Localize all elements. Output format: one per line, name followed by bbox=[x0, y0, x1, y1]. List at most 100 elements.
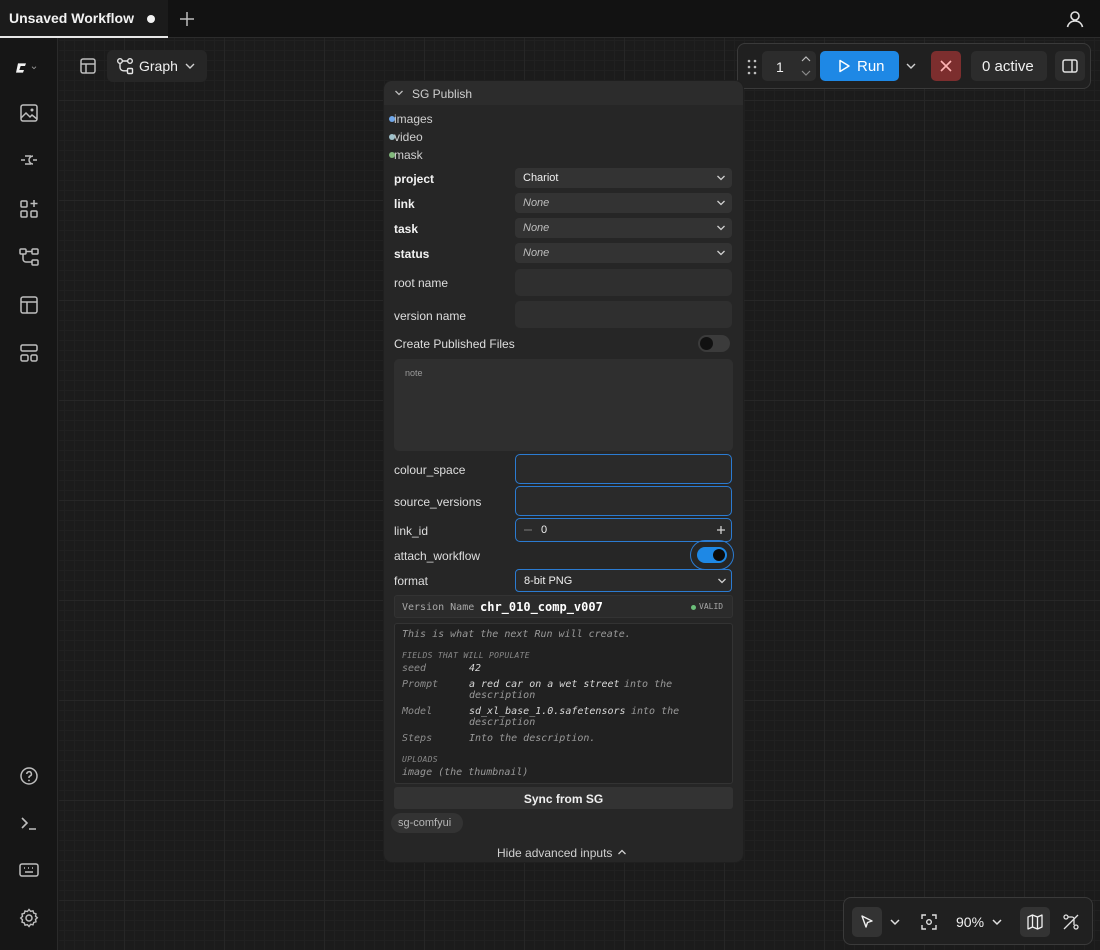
sg-publish-node[interactable]: SG Publish images video mask project Cha… bbox=[384, 81, 743, 862]
toggle-track bbox=[697, 547, 727, 563]
node-source-badge: sg-comfyui bbox=[391, 813, 463, 833]
slot-label: images bbox=[394, 112, 433, 126]
workflows-icon[interactable] bbox=[17, 245, 41, 269]
drag-handle-icon[interactable] bbox=[746, 58, 758, 76]
status-combo[interactable]: None bbox=[515, 243, 732, 263]
hide-advanced-label: Hide advanced inputs bbox=[497, 846, 613, 860]
slot-label: video bbox=[394, 130, 423, 144]
keyboard-icon[interactable] bbox=[17, 858, 41, 882]
run-button[interactable]: Run bbox=[820, 51, 899, 81]
zoom-level[interactable]: 90% bbox=[956, 914, 984, 930]
graph-mode-button[interactable]: Graph bbox=[107, 50, 207, 82]
run-options-chevron-icon[interactable] bbox=[901, 51, 921, 81]
run-toolbar: 1 Run 0 active bbox=[737, 43, 1091, 89]
help-icon[interactable] bbox=[17, 764, 41, 788]
plus-icon[interactable] bbox=[715, 524, 727, 536]
input-slot-video[interactable]: video bbox=[389, 130, 423, 144]
colour-space-label: colour_space bbox=[394, 463, 466, 477]
graph-icon bbox=[117, 58, 134, 75]
sync-from-sg-button[interactable]: Sync from SG bbox=[394, 787, 733, 809]
format-combo[interactable]: 8-bit PNG bbox=[515, 569, 732, 592]
hide-links-icon[interactable] bbox=[1062, 913, 1080, 931]
node-library-icon[interactable] bbox=[17, 197, 41, 221]
root-name-input[interactable] bbox=[515, 269, 732, 296]
minus-icon[interactable] bbox=[522, 524, 534, 536]
cursor-icon bbox=[861, 915, 873, 928]
model-icon[interactable] bbox=[17, 148, 41, 172]
task-value: None bbox=[523, 222, 550, 234]
status-value: None bbox=[523, 247, 550, 259]
user-icon[interactable] bbox=[1064, 8, 1086, 30]
chevron-down-icon[interactable] bbox=[394, 88, 404, 98]
uploads-heading: UPLOADS bbox=[402, 755, 438, 764]
note-placeholder: note bbox=[405, 368, 423, 378]
valid-status-dot-icon bbox=[691, 605, 696, 610]
minimap-button[interactable] bbox=[1020, 907, 1050, 937]
image-icon[interactable] bbox=[17, 101, 41, 125]
source-versions-input[interactable] bbox=[515, 486, 732, 516]
batch-count-input[interactable]: 1 bbox=[762, 51, 816, 81]
layout-icon[interactable] bbox=[17, 341, 41, 365]
chevron-up-icon[interactable] bbox=[800, 54, 812, 64]
chevron-down-icon[interactable] bbox=[888, 915, 902, 929]
active-count-label: 0 active bbox=[982, 58, 1034, 75]
run-label: Run bbox=[857, 58, 885, 75]
queue-active-button[interactable]: 0 active bbox=[971, 51, 1047, 81]
attach-workflow-label: attach_workflow bbox=[394, 549, 481, 563]
project-value: Chariot bbox=[523, 172, 559, 184]
attach-workflow-toggle[interactable] bbox=[690, 540, 734, 570]
right-panel-toggle-icon[interactable] bbox=[1055, 51, 1085, 81]
node-header[interactable]: SG Publish bbox=[384, 81, 743, 105]
toggle-knob bbox=[713, 549, 725, 561]
project-label: project bbox=[394, 172, 435, 186]
task-label: task bbox=[394, 222, 419, 236]
canvas-controls: 90% bbox=[843, 897, 1093, 945]
link-combo[interactable]: None bbox=[515, 193, 732, 213]
version-name-preview: Version Name chr_010_comp_v007 VALID bbox=[394, 595, 733, 618]
chevron-down-icon[interactable] bbox=[800, 68, 812, 78]
settings-gear-icon[interactable] bbox=[17, 906, 41, 930]
version-name-input[interactable] bbox=[515, 301, 732, 328]
batch-count-value: 1 bbox=[776, 59, 784, 75]
sync-label: Sync from SG bbox=[523, 792, 604, 806]
source-versions-label: source_versions bbox=[394, 495, 482, 509]
input-slot-images[interactable]: images bbox=[389, 112, 433, 126]
create-published-files-toggle[interactable] bbox=[698, 335, 730, 352]
link-value: None bbox=[523, 197, 550, 209]
uploads-value: image (the thumbnail) bbox=[402, 767, 529, 778]
workflow-tab[interactable]: Unsaved Workflow bbox=[0, 0, 168, 38]
slot-dot-icon bbox=[389, 134, 395, 140]
chevron-down-icon[interactable] bbox=[990, 915, 1004, 929]
field-key: seed bbox=[402, 663, 427, 674]
select-tool-button[interactable] bbox=[852, 907, 882, 937]
fit-view-icon[interactable] bbox=[920, 913, 938, 931]
toggle-panel-icon[interactable] bbox=[76, 54, 100, 78]
status-label: status bbox=[394, 247, 430, 261]
colour-space-input[interactable] bbox=[515, 454, 732, 484]
project-combo[interactable]: Chariot bbox=[515, 168, 732, 188]
play-icon bbox=[839, 59, 850, 73]
badge-label: sg-comfyui bbox=[398, 817, 452, 829]
field-value: a red car on a wet street bbox=[469, 679, 620, 690]
tab-title: Unsaved Workflow bbox=[9, 10, 134, 26]
terminal-icon[interactable] bbox=[17, 811, 41, 835]
slot-label: mask bbox=[394, 148, 423, 162]
stop-button[interactable] bbox=[931, 51, 961, 81]
unsaved-dot-icon bbox=[147, 15, 155, 23]
link-id-stepper[interactable]: 0 bbox=[515, 518, 732, 542]
task-combo[interactable]: None bbox=[515, 218, 732, 238]
field-key: Steps bbox=[402, 733, 433, 744]
node-title: SG Publish bbox=[412, 87, 473, 101]
link-label: link bbox=[394, 197, 415, 211]
root-name-label: root name bbox=[394, 276, 449, 290]
plus-icon[interactable] bbox=[177, 9, 197, 29]
templates-icon[interactable] bbox=[17, 293, 41, 317]
comfy-logo-icon[interactable] bbox=[14, 56, 50, 80]
left-sidebar bbox=[0, 38, 58, 950]
field-suffix: into the bbox=[624, 679, 673, 690]
hide-advanced-inputs-button[interactable]: Hide advanced inputs bbox=[384, 843, 743, 861]
note-textarea[interactable]: note bbox=[394, 359, 733, 451]
chevron-down-icon bbox=[717, 225, 725, 231]
input-slot-mask[interactable]: mask bbox=[389, 148, 423, 162]
chevron-down-icon bbox=[717, 175, 725, 181]
